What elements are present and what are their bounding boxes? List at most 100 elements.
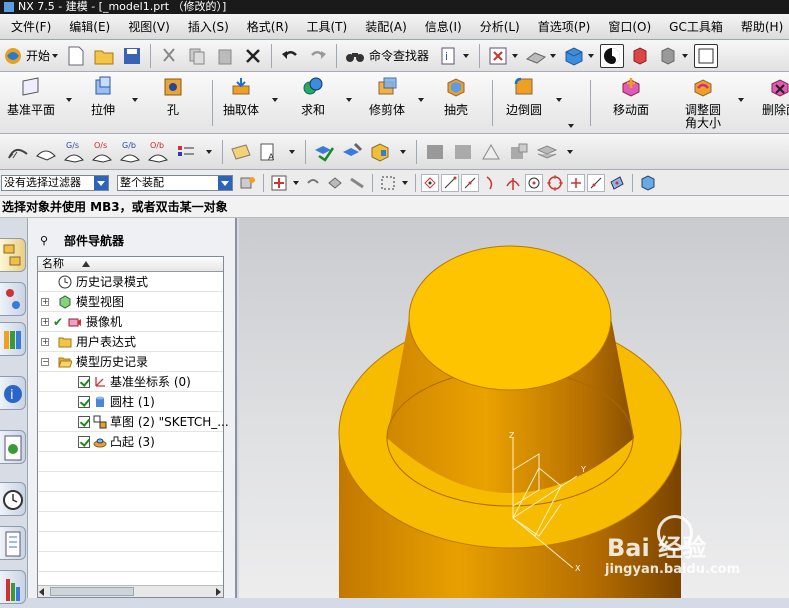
start-dropdown-icon[interactable] bbox=[52, 53, 59, 58]
body-highlight-icon[interactable] bbox=[368, 140, 392, 164]
constraint-navigator-tab[interactable] bbox=[0, 282, 26, 316]
history-tab[interactable] bbox=[0, 482, 26, 516]
chevron-down-icon[interactable] bbox=[218, 175, 232, 190]
curve-snap-icon[interactable] bbox=[482, 174, 500, 192]
menu-information[interactable]: 信息(I) bbox=[416, 18, 471, 35]
trim-body-dropdown[interactable] bbox=[418, 98, 424, 102]
menu-gc-toolkit[interactable]: GC工具箱 bbox=[660, 18, 732, 35]
pin-icon[interactable]: ⚲ bbox=[40, 234, 48, 247]
system-materials-tab[interactable] bbox=[0, 526, 26, 560]
check-geometry-icon[interactable] bbox=[312, 140, 336, 164]
tree-node-model-history[interactable]: − 模型历史记录 bbox=[38, 352, 223, 372]
analysis-dropdown-icon[interactable] bbox=[206, 149, 212, 154]
ob-analysis-icon[interactable]: O/b bbox=[146, 140, 170, 164]
line-snap-icon[interactable] bbox=[441, 173, 459, 192]
reuse-library-tab[interactable]: i bbox=[0, 376, 26, 410]
name-column-header[interactable]: 名称 bbox=[38, 257, 223, 272]
expand-icon[interactable]: + bbox=[41, 318, 49, 326]
paste-icon[interactable] bbox=[213, 44, 237, 68]
visibility-checkbox[interactable] bbox=[78, 436, 90, 448]
note-icon[interactable] bbox=[229, 140, 253, 164]
expand-icon[interactable]: + bbox=[41, 338, 49, 346]
edge-blend-button[interactable]: 边倒圆 bbox=[496, 76, 552, 130]
fit-dropdown-icon[interactable] bbox=[512, 53, 519, 58]
scroll-right-icon[interactable] bbox=[216, 588, 221, 596]
center-snap-icon[interactable] bbox=[525, 173, 543, 192]
menu-assembly[interactable]: 装配(A) bbox=[356, 18, 416, 35]
drafting-sheet-icon[interactable] bbox=[451, 140, 475, 164]
hide-view-icon[interactable] bbox=[656, 44, 680, 68]
menu-preferences[interactable]: 首选项(P) bbox=[529, 18, 600, 35]
layers-icon[interactable] bbox=[535, 140, 559, 164]
edge-blend-more-dropdown[interactable] bbox=[568, 124, 574, 128]
resize-blend-dropdown[interactable] bbox=[738, 98, 744, 102]
visibility-checkbox[interactable] bbox=[78, 396, 90, 408]
resize-blend-button[interactable]: 调整圆角大小 bbox=[676, 76, 730, 130]
scrollbar-thumb[interactable] bbox=[50, 587, 134, 596]
pmi-dropdown-icon[interactable] bbox=[289, 149, 295, 154]
undo-icon[interactable] bbox=[278, 44, 302, 68]
rect-select-icon[interactable] bbox=[379, 174, 397, 192]
tree-node-user-expressions[interactable]: + 用户表达式 bbox=[38, 332, 223, 352]
visibility-checkbox[interactable] bbox=[78, 376, 90, 388]
datum-plane-dropdown[interactable] bbox=[66, 98, 72, 102]
model-render[interactable]: Z Y X bbox=[239, 218, 789, 598]
render-dropdown-icon[interactable] bbox=[588, 53, 595, 58]
roles-tab[interactable] bbox=[0, 570, 26, 604]
chevron-down-icon[interactable] bbox=[94, 175, 108, 190]
check-dropdown-icon[interactable] bbox=[400, 149, 406, 154]
redo-icon[interactable] bbox=[306, 44, 330, 68]
unite-dropdown[interactable] bbox=[346, 98, 352, 102]
quadrant-snap-icon[interactable] bbox=[546, 174, 564, 192]
undo-selection-icon[interactable] bbox=[304, 174, 322, 192]
hd3d-tools-tab[interactable] bbox=[0, 430, 26, 464]
binoculars-icon[interactable] bbox=[343, 44, 367, 68]
menu-view[interactable]: 视图(V) bbox=[119, 18, 179, 35]
copy-icon[interactable] bbox=[185, 44, 209, 68]
curve-analysis-icon[interactable] bbox=[6, 140, 30, 164]
menu-file[interactable]: 文件(F) bbox=[2, 18, 60, 35]
selection-scope-select[interactable]: 整个装配 bbox=[117, 174, 233, 191]
move-face-button[interactable]: 移动面 bbox=[606, 76, 656, 130]
snap-point-icon[interactable] bbox=[270, 174, 288, 192]
extract-body-dropdown[interactable] bbox=[272, 98, 278, 102]
graphics-window[interactable]: Z Y X Bai 经验 jingyan.baidu.com bbox=[239, 218, 789, 598]
scroll-left-icon[interactable] bbox=[39, 588, 44, 596]
expand-icon[interactable]: + bbox=[41, 298, 49, 306]
point-on-face-snap-icon[interactable] bbox=[608, 174, 626, 192]
point-on-curve-snap-icon[interactable] bbox=[587, 173, 605, 192]
datum-plane-button[interactable]: 基准平面 bbox=[4, 76, 58, 130]
surface-analysis-icon[interactable] bbox=[34, 140, 58, 164]
info-settings-icon[interactable]: i bbox=[437, 44, 461, 68]
view-dropdown-icon[interactable] bbox=[682, 53, 689, 58]
selection-settings-icon[interactable] bbox=[239, 174, 257, 192]
emboss-top-face[interactable] bbox=[408, 245, 612, 391]
unite-button[interactable]: 求和 bbox=[290, 76, 336, 130]
render-style-icon[interactable] bbox=[600, 43, 625, 68]
part-navigator-tab[interactable] bbox=[0, 322, 26, 356]
extract-body-button[interactable]: 抽取体 bbox=[216, 76, 266, 130]
drafting-dropdown-icon[interactable] bbox=[567, 149, 573, 154]
rect-select-dropdown-icon[interactable] bbox=[402, 180, 408, 185]
background-icon[interactable] bbox=[694, 43, 719, 68]
tree-node-emboss[interactable]: 凸起 (3) bbox=[38, 432, 223, 452]
orient-view-icon[interactable] bbox=[524, 44, 548, 68]
delete-icon[interactable] bbox=[241, 44, 265, 68]
tree-node-datum-csys[interactable]: 基准坐标系 (0) bbox=[38, 372, 223, 392]
pmi-text-icon[interactable]: A bbox=[257, 140, 281, 164]
save-icon[interactable] bbox=[120, 44, 144, 68]
tree-node-history-mode[interactable]: 历史记录模式 bbox=[38, 272, 223, 292]
extrude-button[interactable]: 拉伸 bbox=[80, 76, 126, 130]
collapse-icon[interactable]: − bbox=[41, 358, 49, 366]
triangle-icon[interactable] bbox=[479, 140, 503, 164]
horizontal-scrollbar[interactable] bbox=[38, 585, 223, 597]
os-analysis-icon[interactable]: O/s bbox=[90, 140, 114, 164]
fit-view-icon[interactable] bbox=[486, 44, 510, 68]
start-icon[interactable] bbox=[2, 44, 24, 68]
draft-analysis-icon[interactable] bbox=[174, 140, 198, 164]
command-finder-button[interactable]: 命令查找器 bbox=[369, 47, 429, 64]
menu-analysis[interactable]: 分析(L) bbox=[471, 18, 529, 35]
section-view-icon[interactable] bbox=[628, 44, 652, 68]
tree-node-cameras[interactable]: + ✔ 摄像机 bbox=[38, 312, 223, 332]
menu-format[interactable]: 格式(R) bbox=[238, 18, 298, 35]
